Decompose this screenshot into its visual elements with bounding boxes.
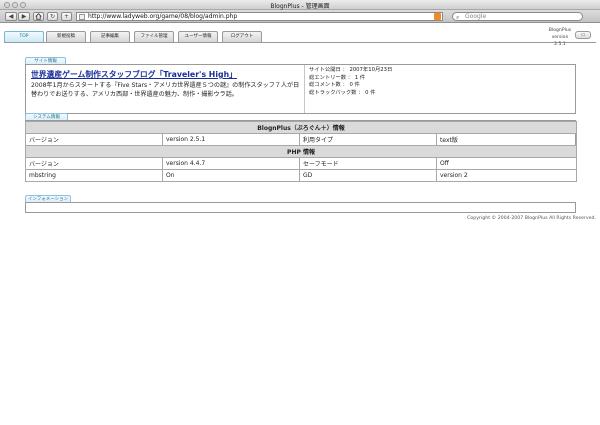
reload-icon: ↻ bbox=[49, 13, 56, 20]
entry-count: 総エントリー数 ： 1 件 bbox=[309, 74, 366, 81]
tab-top[interactable]: TOP bbox=[4, 31, 44, 42]
rss-icon[interactable] bbox=[434, 13, 441, 20]
table-row: バージョン version 4.4.7 セーフモード Off bbox=[25, 157, 577, 170]
system-info-table: BlognPlus（ぶろぐん＋）情報 バージョン version 2.5.1 利… bbox=[25, 121, 577, 182]
safe-mode-key: セーフモード bbox=[299, 157, 437, 170]
table-row: mbstring On GD version 2 bbox=[25, 169, 577, 182]
search-icon: ⌕ bbox=[456, 14, 460, 21]
tab-label: ユーザー情報 bbox=[184, 34, 212, 39]
tab-label: TOP bbox=[19, 34, 29, 39]
tab-user-info[interactable]: ユーザー情報 bbox=[178, 31, 218, 42]
blogn-version-value: version 2.5.1 bbox=[162, 133, 300, 146]
version-label: version bbox=[551, 35, 569, 40]
back-icon: ◀ bbox=[8, 13, 14, 20]
address-bar[interactable]: http://www.ladyweb.org/game/08/blog/admi… bbox=[76, 12, 443, 21]
information-panel bbox=[25, 202, 576, 213]
tab-logout[interactable]: ログアウト bbox=[222, 31, 262, 42]
tab-label: ログアウト bbox=[230, 34, 254, 39]
window-title: BlognPlus - 管理画面 bbox=[270, 3, 330, 10]
tab-label: 記事編集 bbox=[101, 34, 119, 39]
copyright: Copyright © 2004-2007 BlognPlus All Righ… bbox=[467, 216, 596, 221]
gd-value: version 2 bbox=[436, 169, 577, 182]
blogn-version-key: バージョン bbox=[25, 133, 163, 146]
search-field[interactable]: ⌕ Google bbox=[452, 12, 583, 21]
add-icon: + bbox=[63, 13, 70, 20]
trackback-count: 総トラックバック数 ： 0 件 bbox=[309, 89, 376, 96]
tab-file-manager[interactable]: ファイル管理 bbox=[134, 31, 174, 42]
tab-new-post[interactable]: 新規投稿 bbox=[46, 31, 86, 42]
back-button[interactable]: ◀ bbox=[5, 12, 17, 21]
tab-label: ファイル管理 bbox=[140, 34, 168, 39]
table-row: バージョン version 2.5.1 利用タイプ text版 bbox=[25, 133, 577, 146]
version-badge: BlognPlus version 2.5.1 bbox=[545, 27, 575, 48]
page-icon bbox=[79, 14, 85, 20]
add-bookmark-button[interactable]: + bbox=[61, 12, 72, 21]
comment-count: 総コメント数 ： 0 件 bbox=[309, 82, 360, 88]
php-info-header: PHP 情報 bbox=[25, 145, 577, 158]
usage-type-key: 利用タイプ bbox=[299, 133, 437, 146]
site-stats: サイト公開日 ： 2007年10月23日 総エントリー数 ： 1 件 総コメント… bbox=[304, 65, 574, 113]
php-version-key: バージョン bbox=[25, 157, 163, 170]
version-product: BlognPlus bbox=[548, 28, 572, 33]
site-description: 2008年1月からスタートする『Five Stars・アメリカ世界遺産５つの謎』… bbox=[31, 82, 300, 98]
php-version-value: version 4.4.7 bbox=[162, 157, 300, 170]
forward-button[interactable]: ▶ bbox=[18, 12, 30, 21]
window-titlebar: BlognPlus - 管理画面 bbox=[0, 0, 600, 10]
version-number: 2.5.1 bbox=[554, 42, 566, 47]
blogn-info-header: BlognPlus（ぶろぐん＋）情報 bbox=[25, 121, 577, 134]
gd-key: GD bbox=[299, 169, 437, 182]
usage-type-value: text版 bbox=[436, 133, 577, 146]
safe-mode-value: Off bbox=[436, 157, 577, 170]
reload-button[interactable]: ↻ bbox=[47, 12, 58, 21]
mbstring-key: mbstring bbox=[25, 169, 163, 182]
site-info-panel: 世界遺産ゲーム制作スタッフブログ「Traveler's High」 2008年1… bbox=[25, 64, 576, 114]
browser-toolbar: ◀ ▶ ↻ + http://www.ladyweb.org/game/08/b… bbox=[0, 10, 600, 23]
forward-icon: ▶ bbox=[21, 13, 27, 20]
nav-divider bbox=[4, 42, 596, 43]
address-text: http://www.ladyweb.org/game/08/blog/admi… bbox=[88, 13, 238, 20]
home-icon bbox=[35, 13, 42, 20]
home-button[interactable] bbox=[33, 12, 44, 21]
mbstring-value: On bbox=[162, 169, 300, 182]
site-title-link[interactable]: 世界遺産ゲーム制作スタッフブログ「Traveler's High」 bbox=[31, 69, 237, 80]
window-toggle-button[interactable]: ▭ bbox=[575, 31, 591, 39]
site-launch-date: サイト公開日 ： 2007年10月23日 bbox=[309, 67, 393, 73]
search-placeholder: Google bbox=[465, 13, 487, 20]
tab-label: 新規投稿 bbox=[57, 34, 75, 39]
tab-edit-posts[interactable]: 記事編集 bbox=[90, 31, 130, 42]
